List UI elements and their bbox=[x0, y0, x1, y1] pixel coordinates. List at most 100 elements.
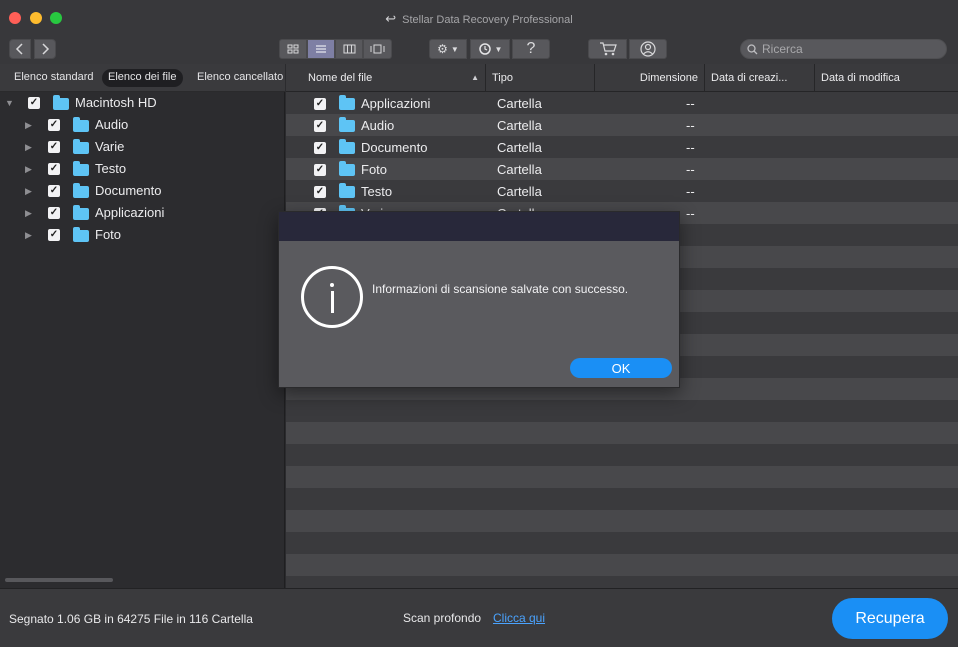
tree-checkbox[interactable]: ✓ bbox=[28, 97, 40, 109]
help-button[interactable]: ? bbox=[512, 39, 550, 59]
coverflow-view-button[interactable] bbox=[363, 39, 392, 59]
column-view-button[interactable] bbox=[335, 39, 363, 59]
chevron-down-icon: ▼ bbox=[494, 44, 503, 54]
tree-item-audio[interactable]: ▶ ✓ Audio bbox=[0, 114, 285, 136]
row-checkbox[interactable]: ✓ bbox=[314, 120, 326, 132]
tree-item-label: Varie bbox=[95, 139, 125, 154]
file-size: -- bbox=[686, 96, 695, 111]
table-row[interactable]: ✓ Testo Cartella -- bbox=[286, 180, 958, 202]
file-type: Cartella bbox=[497, 162, 542, 177]
tree-item-foto[interactable]: ▶ ✓ Foto bbox=[0, 224, 285, 246]
file-name: Documento bbox=[361, 140, 428, 155]
folder-icon bbox=[73, 139, 89, 154]
tree-item-testo[interactable]: ▶ ✓ Testo bbox=[0, 158, 285, 180]
column-header-modified[interactable]: Data di modifica bbox=[815, 64, 958, 92]
dialog-message: Informazioni di scansione salvate con su… bbox=[372, 282, 629, 296]
empty-row bbox=[286, 532, 958, 554]
back-button[interactable] bbox=[9, 39, 31, 59]
folder-icon bbox=[73, 161, 89, 176]
disclosure-collapsed-icon[interactable]: ▶ bbox=[25, 142, 35, 153]
window-title: Stellar Data Recovery Professional bbox=[402, 14, 573, 26]
file-name: Applicazioni bbox=[361, 96, 431, 111]
account-button[interactable] bbox=[629, 39, 667, 59]
disclosure-collapsed-icon[interactable]: ▶ bbox=[25, 164, 35, 175]
column-header-created[interactable]: Data di creazi... bbox=[705, 64, 815, 92]
tree-item-label: Macintosh HD bbox=[75, 95, 157, 110]
toolbar: ⚙ ▼ ▼ ? bbox=[0, 36, 958, 64]
tree-item-varie[interactable]: ▶ ✓ Varie bbox=[0, 136, 285, 158]
table-row[interactable]: ✓ Audio Cartella -- bbox=[286, 114, 958, 136]
search-input[interactable] bbox=[762, 42, 942, 56]
title-bar: ↩ Stellar Data Recovery Professional bbox=[0, 0, 958, 36]
empty-row bbox=[286, 400, 958, 422]
folder-icon bbox=[339, 183, 355, 198]
dialog-header bbox=[279, 212, 679, 241]
tab-deleted-list[interactable]: Elenco cancellato bbox=[191, 69, 285, 87]
icon-view-button[interactable] bbox=[279, 39, 307, 59]
tree-item-label: Applicazioni bbox=[95, 205, 165, 220]
empty-row bbox=[286, 444, 958, 466]
folder-icon bbox=[339, 161, 355, 176]
file-name: Testo bbox=[361, 184, 393, 199]
disclosure-collapsed-icon[interactable]: ▶ bbox=[25, 230, 35, 241]
disclosure-collapsed-icon[interactable]: ▶ bbox=[25, 186, 35, 197]
disclosure-collapsed-icon[interactable]: ▶ bbox=[25, 208, 35, 219]
tree-item-label: Testo bbox=[95, 161, 127, 176]
folder-icon bbox=[339, 117, 355, 132]
tab-standard-list[interactable]: Elenco standard bbox=[8, 69, 100, 87]
cart-button[interactable] bbox=[588, 39, 627, 59]
disclosure-collapsed-icon[interactable]: ▶ bbox=[25, 120, 35, 131]
table-row[interactable]: ✓ Documento Cartella -- bbox=[286, 136, 958, 158]
table-row[interactable]: ✓ Foto Cartella -- bbox=[286, 158, 958, 180]
chevron-down-icon: ▼ bbox=[450, 44, 459, 54]
tree-item-root[interactable]: ▼ ✓ Macintosh HD bbox=[0, 92, 285, 114]
file-size: -- bbox=[686, 162, 695, 177]
row-checkbox[interactable]: ✓ bbox=[314, 186, 326, 198]
empty-row bbox=[286, 576, 958, 588]
tree-checkbox[interactable]: ✓ bbox=[48, 185, 60, 197]
status-bar: Segnato 1.06 GB in 64275 File in 116 Car… bbox=[0, 588, 958, 647]
row-checkbox[interactable]: ✓ bbox=[314, 164, 326, 176]
folder-icon bbox=[73, 183, 89, 198]
chevron-left-icon bbox=[15, 43, 23, 55]
forward-button[interactable] bbox=[34, 39, 56, 59]
tree-checkbox[interactable]: ✓ bbox=[48, 229, 60, 241]
tree-checkbox[interactable]: ✓ bbox=[48, 141, 60, 153]
sort-ascending-icon: ▲ bbox=[471, 73, 479, 82]
row-checkbox[interactable]: ✓ bbox=[314, 142, 326, 154]
tree-checkbox[interactable]: ✓ bbox=[48, 163, 60, 175]
column-header-name[interactable]: Nome del file ▲ bbox=[302, 64, 486, 92]
folder-icon bbox=[73, 205, 89, 220]
empty-row bbox=[286, 488, 958, 510]
tree-item-applicazioni[interactable]: ▶ ✓ Applicazioni bbox=[0, 202, 285, 224]
tab-file-list[interactable]: Elenco dei file bbox=[102, 69, 183, 87]
folder-icon bbox=[339, 139, 355, 154]
history-button[interactable]: ▼ bbox=[470, 39, 510, 59]
file-size: -- bbox=[686, 206, 695, 221]
settings-button[interactable]: ⚙ ▼ bbox=[429, 39, 467, 59]
recover-button[interactable]: Recupera bbox=[832, 598, 948, 639]
deep-scan-link[interactable]: Clicca qui bbox=[493, 611, 545, 625]
gear-icon: ⚙ bbox=[437, 42, 448, 56]
column-header-type[interactable]: Tipo bbox=[486, 64, 595, 92]
coverflow-icon bbox=[370, 44, 385, 54]
tree-checkbox[interactable]: ✓ bbox=[48, 119, 60, 131]
file-type: Cartella bbox=[497, 118, 542, 133]
ok-button[interactable]: OK bbox=[570, 358, 672, 378]
left-panel-tabs: Elenco standard Elenco dei file Elenco c… bbox=[0, 64, 285, 92]
search-box[interactable] bbox=[740, 39, 947, 59]
horizontal-scrollbar[interactable] bbox=[5, 578, 113, 582]
table-row[interactable]: ✓ Applicazioni Cartella -- bbox=[286, 92, 958, 114]
file-name: Foto bbox=[361, 162, 388, 177]
tree-checkbox[interactable]: ✓ bbox=[48, 207, 60, 219]
column-header-size[interactable]: Dimensione bbox=[595, 64, 705, 92]
folder-icon bbox=[73, 117, 89, 132]
disclosure-expanded-icon[interactable]: ▼ bbox=[5, 98, 15, 108]
tree-item-documento[interactable]: ▶ ✓ Documento bbox=[0, 180, 285, 202]
list-view-button[interactable] bbox=[307, 39, 335, 59]
folder-icon bbox=[339, 95, 355, 110]
scan-summary: Segnato 1.06 GB in 64275 File in 116 Car… bbox=[9, 612, 253, 626]
grid-icon bbox=[287, 44, 299, 54]
empty-row bbox=[286, 466, 958, 488]
row-checkbox[interactable]: ✓ bbox=[314, 98, 326, 110]
